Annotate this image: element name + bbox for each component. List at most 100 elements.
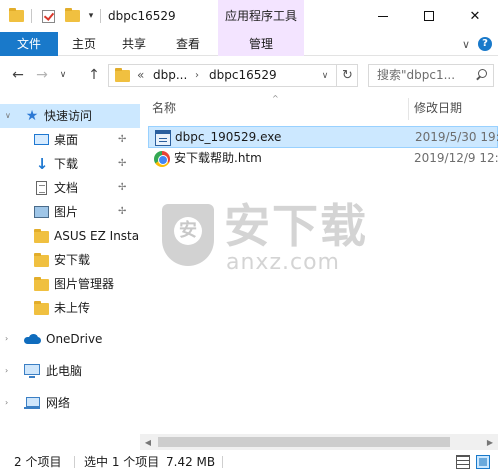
watermark-text: 安下载 (224, 199, 368, 253)
tab-home[interactable]: 主页 (62, 32, 106, 56)
sidebar-item-label: ASUS EZ Insta (54, 229, 140, 243)
column-divider[interactable] (408, 98, 409, 120)
app-tools-header: 应用程序工具 (218, 0, 304, 32)
properties-check-icon[interactable] (38, 0, 58, 32)
watermark-shield-char: 安 (174, 217, 202, 245)
search-icon (475, 69, 487, 81)
sidebar-item-onedrive[interactable]: › OneDrive (0, 327, 140, 351)
sidebar-item-picture-manager[interactable]: 图片管理器 (0, 272, 140, 296)
folder-icon (34, 253, 49, 267)
sidebar-item-label: 安下载 (54, 253, 91, 267)
tab-share[interactable]: 共享 (112, 32, 156, 56)
item-count: 2 个项目 (14, 455, 62, 469)
pin-icon[interactable]: ✢ (118, 134, 128, 146)
separator (31, 9, 32, 23)
separator (222, 456, 223, 468)
chevron-right-icon[interactable]: › (195, 65, 199, 86)
sidebar-item-not-uploaded[interactable]: 未上传 (0, 296, 140, 320)
column-headers: ^ 名称 修改日期 (140, 94, 498, 122)
search-placeholder: 搜索"dbpc1... (377, 68, 456, 82)
picture-icon (34, 206, 49, 218)
shield-icon: 安 (162, 204, 214, 266)
column-header-name[interactable]: 名称 (152, 94, 176, 122)
sidebar-item-pictures[interactable]: 图片 ✢ (0, 200, 140, 224)
file-date: 2019/5/30 19:2 (415, 130, 498, 144)
horizontal-scrollbar[interactable]: ◀ ▶ (140, 434, 498, 450)
sidebar-item-label: 图片 (54, 205, 79, 219)
status-bar: 2 个项目 选中 1 个项目 7.42 MB (0, 450, 498, 474)
scroll-left-icon[interactable]: ◀ (140, 434, 156, 450)
star-icon: ★ (25, 108, 39, 124)
address-overflow[interactable]: « (137, 65, 144, 86)
file-name: 安下载帮助.htm (174, 151, 262, 165)
sidebar-item-label: 此电脑 (46, 364, 83, 378)
sidebar-item-label: 下载 (54, 157, 79, 171)
up-button[interactable]: ↑ (84, 66, 104, 84)
folder-icon (115, 68, 130, 82)
large-icons-view-icon[interactable] (476, 455, 490, 469)
watermark-domain: anxz.com (226, 250, 340, 275)
sidebar-item-quick-access[interactable]: ∨ ★ 快速访问 (0, 104, 140, 128)
sidebar-item-network[interactable]: › 网络 (0, 391, 140, 415)
details-view-icon[interactable] (456, 455, 470, 469)
separator (74, 456, 75, 468)
navigation-pane: ∨ ★ 快速访问 桌面 ✢ ↓ 下载 ✢ 文档 ✢ 图片 ✢ ASUS EZ I… (0, 94, 140, 450)
refresh-button[interactable]: ↻ (336, 64, 358, 87)
collapse-icon[interactable]: ∨ (5, 111, 13, 121)
quick-access-dropdown-icon[interactable]: ▾ (84, 0, 98, 32)
cloud-icon (24, 334, 41, 344)
scroll-right-icon[interactable]: ▶ (482, 434, 498, 450)
expand-icon[interactable]: › (5, 334, 13, 344)
close-button[interactable]: ✕ (452, 0, 498, 32)
file-date: 2019/12/9 12:3 (414, 151, 498, 165)
sidebar-item-desktop[interactable]: 桌面 ✢ (0, 128, 140, 152)
back-button[interactable]: ← (8, 66, 28, 84)
tab-view[interactable]: 查看 (164, 32, 212, 56)
search-input[interactable]: 搜索"dbpc1... (368, 64, 494, 87)
maximize-icon (424, 11, 434, 21)
column-header-date[interactable]: 修改日期 (414, 94, 462, 122)
sidebar-item-anxz[interactable]: 安下载 (0, 248, 140, 272)
address-segment-parent[interactable]: dbp... (153, 65, 187, 86)
sidebar-item-documents[interactable]: 文档 ✢ (0, 176, 140, 200)
close-icon: ✕ (469, 8, 481, 24)
file-row[interactable]: dbpc_190529.exe 2019/5/30 19:2 (148, 126, 498, 148)
separator (100, 9, 101, 23)
tab-manage[interactable]: 管理 (218, 32, 304, 56)
sidebar-item-label: 快速访问 (44, 109, 93, 123)
folder-icon[interactable] (6, 0, 26, 32)
pin-icon[interactable]: ✢ (118, 206, 128, 218)
sidebar-item-label: 文档 (54, 181, 79, 195)
sidebar-item-asus[interactable]: ASUS EZ Insta (0, 224, 140, 248)
minimize-icon (378, 15, 388, 17)
help-icon: ? (478, 37, 492, 51)
sidebar-item-label: 图片管理器 (54, 277, 115, 291)
pin-icon[interactable]: ✢ (118, 158, 128, 170)
tab-file[interactable]: 文件 (0, 32, 58, 56)
computer-icon (24, 364, 40, 378)
new-folder-icon[interactable] (62, 0, 82, 32)
maximize-button[interactable] (406, 0, 452, 32)
forward-button[interactable]: → (32, 66, 52, 84)
ribbon-expand-icon[interactable]: ∨ (458, 32, 474, 56)
address-dropdown-icon[interactable]: ∨ (316, 64, 334, 87)
expand-icon[interactable]: › (5, 366, 13, 376)
scrollbar-thumb[interactable] (158, 437, 450, 447)
network-icon (24, 397, 40, 409)
sidebar-item-this-pc[interactable]: › 此电脑 (0, 359, 140, 383)
selected-count: 选中 1 个项目 (84, 455, 160, 469)
expand-icon[interactable]: › (5, 398, 13, 408)
desktop-icon (34, 134, 49, 145)
folder-icon (34, 277, 49, 291)
minimize-button[interactable] (360, 0, 406, 32)
address-segment-current[interactable]: dbpc16529 (209, 65, 277, 86)
sidebar-item-downloads[interactable]: ↓ 下载 ✢ (0, 152, 140, 176)
file-row[interactable]: 安下载帮助.htm 2019/12/9 12:3 (148, 148, 498, 170)
title-bar: ▾ dbpc16529 应用程序工具 ✕ (0, 0, 498, 32)
htm-icon (154, 151, 170, 167)
help-button[interactable]: ? (476, 32, 494, 56)
selected-size: 7.42 MB (166, 455, 216, 469)
sidebar-item-label: OneDrive (46, 332, 103, 346)
pin-icon[interactable]: ✢ (118, 182, 128, 194)
recent-locations-button[interactable]: ∨ (56, 66, 70, 84)
